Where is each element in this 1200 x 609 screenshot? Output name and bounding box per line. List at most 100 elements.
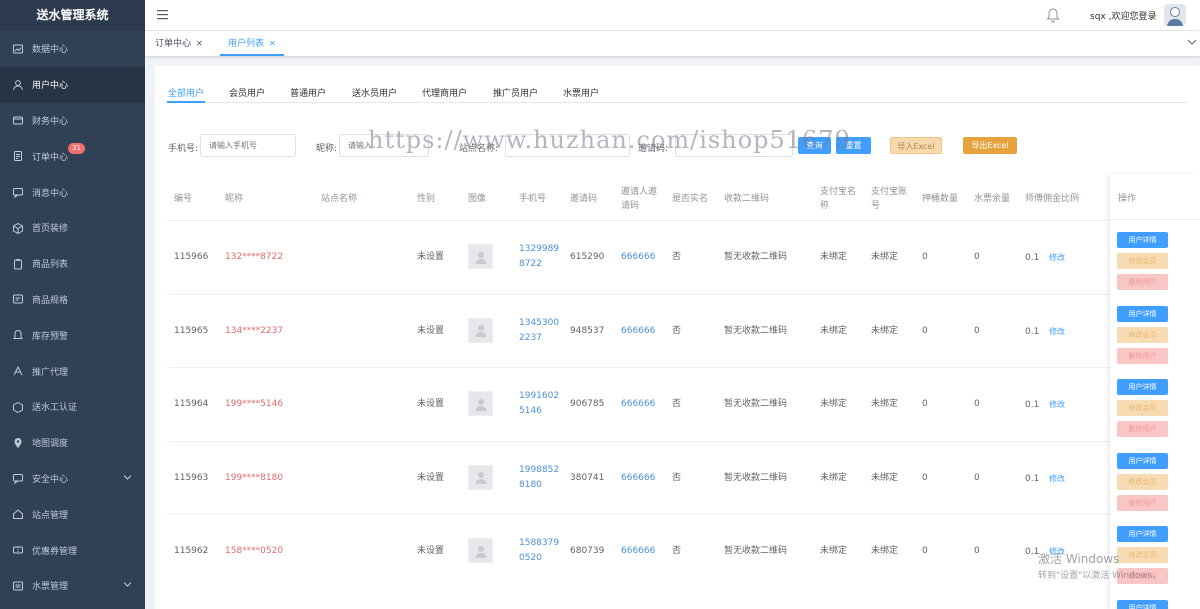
- row-nickname[interactable]: 199****8180: [225, 471, 283, 485]
- row-inviter-code[interactable]: 666666: [621, 250, 655, 264]
- row-phone[interactable]: 5146: [519, 404, 542, 418]
- delete-user-button[interactable]: 删除用户: [1117, 494, 1168, 511]
- row-nickname[interactable]: 199****5146: [225, 397, 283, 411]
- edit-commission-link[interactable]: 修改: [1049, 472, 1065, 486]
- user-detail-button[interactable]: 用户详情: [1117, 452, 1168, 469]
- sidebar-item-5[interactable]: 首页装修: [0, 210, 145, 246]
- sidebar-item-2[interactable]: 财务中心: [0, 103, 145, 139]
- user-detail-button[interactable]: 用户详情: [1117, 379, 1168, 396]
- sidebar-item-label: 推广代理: [32, 367, 69, 378]
- import-excel-button[interactable]: 导入Excel: [890, 137, 942, 154]
- invite-code-input[interactable]: [675, 134, 793, 157]
- subtab-promoter-users[interactable]: 推广员用户: [493, 86, 538, 99]
- col-alipay-account: 支付宝账号: [871, 185, 907, 213]
- row-phone[interactable]: 1991602: [519, 389, 559, 403]
- phone-input[interactable]: [200, 134, 296, 157]
- edit-commission-link[interactable]: 修改: [1049, 398, 1065, 412]
- row-inviter-code[interactable]: 666666: [621, 544, 655, 558]
- sidebar-item-9[interactable]: 推广代理: [0, 353, 145, 389]
- sidebar-item-3[interactable]: 订单中心 31: [0, 138, 145, 174]
- avatar-placeholder-icon[interactable]: [468, 244, 493, 269]
- close-icon[interactable]: ✕: [196, 39, 203, 48]
- row-tickets: 0: [974, 546, 980, 557]
- hamburger-icon[interactable]: [157, 9, 169, 23]
- edit-member-button[interactable]: 修改会员: [1117, 547, 1168, 564]
- row-phone[interactable]: 0520: [519, 551, 542, 565]
- row-divider: [167, 514, 1187, 516]
- avatar-placeholder-icon[interactable]: [468, 391, 493, 417]
- tab-order-center[interactable]: 订单中心 ✕: [147, 31, 211, 56]
- user-detail-button[interactable]: 用户详情: [1117, 526, 1168, 543]
- close-icon[interactable]: ✕: [269, 39, 276, 48]
- row-phone[interactable]: 8722: [519, 257, 542, 271]
- edit-commission-link[interactable]: 修改: [1049, 545, 1065, 559]
- edit-member-button[interactable]: 修改会员: [1117, 400, 1168, 417]
- edit-commission-link[interactable]: 修改: [1049, 325, 1065, 339]
- col-tickets: 水票余量: [974, 194, 1011, 204]
- edit-member-button[interactable]: 修改会员: [1117, 326, 1168, 343]
- user-detail-button[interactable]: 用户详情: [1117, 305, 1168, 322]
- sidebar-item-0[interactable]: 数据中心: [0, 31, 145, 67]
- row-inviter-code[interactable]: 666666: [621, 324, 655, 338]
- row-invite-code: 380741: [570, 472, 605, 483]
- row-gender: 未设置: [417, 472, 445, 483]
- col-operations: 操作: [1118, 194, 1137, 204]
- sidebar-item-1[interactable]: 用户中心: [0, 66, 145, 103]
- avatar-placeholder-icon[interactable]: [468, 317, 493, 343]
- subtab-normal-users[interactable]: 普通用户: [290, 86, 326, 99]
- tab-user-list[interactable]: 用户列表 ✕: [220, 31, 284, 56]
- row-phone[interactable]: 2237: [519, 331, 542, 345]
- user-detail-button[interactable]: 用户详情: [1117, 232, 1168, 248]
- user-avatar[interactable]: [1164, 4, 1186, 26]
- row-nickname[interactable]: 132****8722: [225, 250, 283, 264]
- sidebar-item-13[interactable]: 站点管理: [0, 496, 145, 532]
- edit-member-button[interactable]: 修改会员: [1117, 473, 1168, 490]
- sidebar-item-12[interactable]: 安全中心: [0, 461, 145, 497]
- delete-user-button[interactable]: 删除用户: [1117, 421, 1168, 438]
- header-text: 号: [871, 201, 881, 211]
- sidebar-item-6[interactable]: 商品列表: [0, 246, 145, 282]
- avatar-placeholder-icon[interactable]: [468, 464, 493, 490]
- subtab-member-users[interactable]: 会员用户: [229, 86, 265, 99]
- row-divider: [1110, 219, 1200, 220]
- subtab-agent-users[interactable]: 代理商用户: [422, 86, 467, 99]
- tab-label: 用户列表: [228, 39, 265, 49]
- search-button[interactable]: 查询: [798, 137, 831, 154]
- sidebar-item-label: 地图调度: [32, 439, 69, 450]
- sidebar-item-4[interactable]: 消息中心: [0, 174, 145, 210]
- edit-commission-link[interactable]: 修改: [1049, 251, 1065, 265]
- row-divider: [167, 440, 1187, 442]
- delete-user-button[interactable]: 删除用户: [1117, 347, 1168, 364]
- nickname-input[interactable]: [339, 134, 429, 157]
- row-inviter-code[interactable]: 666666: [621, 471, 655, 485]
- subtab-delivery-users[interactable]: 送水员用户: [352, 86, 397, 99]
- edit-member-button[interactable]: 修改会员: [1117, 253, 1168, 269]
- sidebar-item-11[interactable]: 地图调度: [0, 425, 145, 461]
- row-phone[interactable]: 1345300: [519, 316, 559, 330]
- row-phone[interactable]: 1998852: [519, 463, 559, 477]
- sidebar-item-15[interactable]: 水票管理: [0, 568, 145, 604]
- subtab-ticket-users[interactable]: 水票用户: [563, 86, 599, 99]
- avatar-placeholder-icon[interactable]: [468, 538, 493, 564]
- wallet-icon: [12, 114, 24, 126]
- row-nickname[interactable]: 134****2237: [225, 324, 283, 338]
- sidebar-item-14[interactable]: 优惠券管理: [0, 532, 145, 568]
- chevron-down-icon[interactable]: [1187, 38, 1197, 48]
- site-name-input[interactable]: [505, 134, 630, 157]
- row-nickname[interactable]: 158****0520: [225, 544, 283, 558]
- notification-bell-icon[interactable]: [1045, 7, 1061, 26]
- delete-user-button[interactable]: 删除用户: [1117, 274, 1168, 290]
- sidebar-item-7[interactable]: 商品规格: [0, 282, 145, 318]
- row-inviter-code[interactable]: 666666: [621, 397, 655, 411]
- delete-user-button[interactable]: 删除用户: [1117, 568, 1168, 585]
- row-phone[interactable]: 8180: [519, 478, 542, 492]
- user-detail-button[interactable]: 用户详情: [1117, 600, 1168, 609]
- reset-button[interactable]: 重置: [836, 137, 871, 154]
- sidebar-item-8[interactable]: 库存预警: [0, 317, 145, 353]
- row-divider: [167, 367, 1187, 369]
- sidebar-item-10[interactable]: 送水工认证: [0, 389, 145, 425]
- row-phone[interactable]: 1588379: [519, 536, 559, 550]
- export-excel-button[interactable]: 导出Excel: [963, 137, 1017, 154]
- subtab-all-users[interactable]: 全部用户: [168, 86, 204, 99]
- row-phone[interactable]: 1329989: [519, 242, 559, 256]
